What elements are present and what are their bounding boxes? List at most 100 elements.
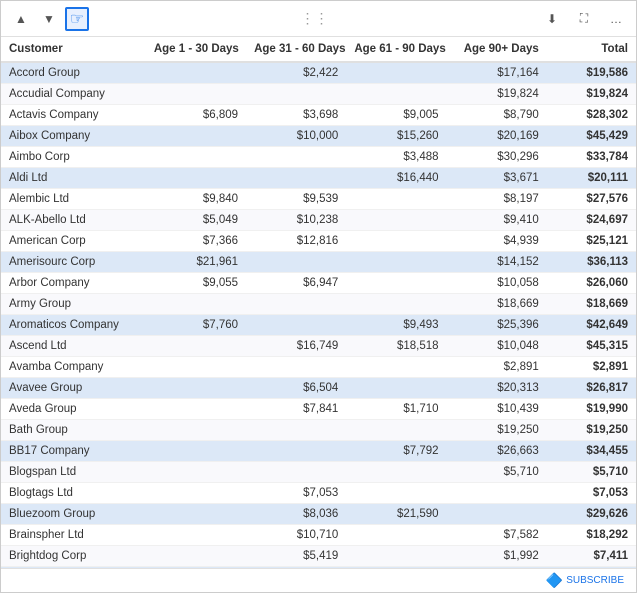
cell-age31_60 [246,420,346,441]
cell-age1_30 [146,357,246,378]
subscribe-badge[interactable]: 🔷 SUBSCRIBE [546,572,624,589]
cell-age1_30 [146,420,246,441]
table-row: Bluezoom Group$8,036$21,590$29,626 [1,504,636,525]
cell-total: $19,586 [547,62,636,84]
cell-customer: Blogspan Ltd [1,462,146,483]
cell-age61_90: $9,493 [346,315,446,336]
table-row: Actavis Company$6,809$3,698$9,005$8,790$… [1,105,636,126]
cell-customer: Bluezoom Group [1,504,146,525]
cell-customer: Accudial Company [1,84,146,105]
cell-age90plus: $10,058 [447,273,547,294]
title-bar-right: ⬇ ⛶ … [540,7,628,31]
cell-total: $45,429 [547,126,636,147]
table-container: Customer Age 1 - 30 Days Age 31 - 60 Day… [1,37,636,568]
scroll-up-button[interactable]: ▲ [9,7,33,31]
cell-total: $2,891 [547,357,636,378]
cell-age90plus: $10,439 [447,399,547,420]
cell-age61_90 [346,525,446,546]
col-header-total: Total [547,37,636,62]
table-row: Accord Group$2,422$17,164$19,586 [1,62,636,84]
cell-age31_60 [246,84,346,105]
cell-age90plus: $20,313 [447,378,547,399]
cell-age61_90: $21,590 [346,504,446,525]
cell-customer: ALK-Abello Ltd [1,210,146,231]
cell-customer: Amerisourc Corp [1,252,146,273]
download-button[interactable]: ⬇ [540,7,564,31]
cell-age1_30 [146,441,246,462]
more-button[interactable]: … [604,7,628,31]
down-icon: ▼ [43,12,55,26]
expand-button[interactable]: ⛶ [572,7,596,31]
cell-age31_60: $2,422 [246,62,346,84]
cell-age90plus: $17,164 [447,62,547,84]
cell-total: $7,411 [547,546,636,567]
cell-age61_90 [346,420,446,441]
cell-age61_90 [346,273,446,294]
cell-total: $25,121 [547,231,636,252]
cell-age61_90 [346,378,446,399]
title-bar-left: ▲ ▼ ☞ [9,7,89,31]
cell-age90plus: $18,669 [447,294,547,315]
cell-total: $18,292 [547,525,636,546]
cell-customer: Bath Group [1,420,146,441]
col-header-age90plus: Age 90+ Days [447,37,547,62]
cell-age90plus [447,504,547,525]
cell-age1_30 [146,126,246,147]
cell-age90plus [447,483,547,504]
cell-total: $27,576 [547,189,636,210]
table-row: Avamba Company $2,891$2,891 [1,357,636,378]
cell-age1_30: $9,055 [146,273,246,294]
table-row: Amerisourc Corp$21,961$14,152$36,113 [1,252,636,273]
cell-age1_30: $9,840 [146,189,246,210]
cell-age61_90 [346,189,446,210]
cell-total: $24,697 [547,210,636,231]
cell-age31_60: $5,419 [246,546,346,567]
header-row: Customer Age 1 - 30 Days Age 31 - 60 Day… [1,37,636,62]
table-row: Alembic Ltd$9,840$9,539$8,197$27,576 [1,189,636,210]
cell-age61_90 [346,231,446,252]
up-icon: ▲ [15,12,27,26]
cell-age61_90: $3,488 [346,147,446,168]
subscribe-icon: 🔷 [546,572,563,589]
cell-age1_30: $7,366 [146,231,246,252]
aging-table: Customer Age 1 - 30 Days Age 31 - 60 Day… [1,37,636,568]
scroll-down-button[interactable]: ▼ [37,7,61,31]
cell-total: $19,250 [547,420,636,441]
cell-age90plus: $9,410 [447,210,547,231]
cell-age61_90 [346,357,446,378]
table-row: Blogtags Ltd$7,053$7,053 [1,483,636,504]
cell-age31_60: $8,036 [246,504,346,525]
drag-handle[interactable]: ⋮⋮ [293,10,337,27]
cell-customer: Ascend Ltd [1,336,146,357]
cell-age1_30: $5,049 [146,210,246,231]
cell-age1_30 [146,483,246,504]
cell-total: $26,817 [547,378,636,399]
cell-age31_60 [246,315,346,336]
title-bar: ▲ ▼ ☞ ⋮⋮ ⬇ ⛶ … [1,1,636,37]
cell-age31_60: $16,749 [246,336,346,357]
cell-age61_90 [346,462,446,483]
cell-age1_30: $7,760 [146,315,246,336]
cell-age31_60: $6,504 [246,378,346,399]
cell-age61_90: $7,792 [346,441,446,462]
cell-age1_30 [146,546,246,567]
cell-age61_90 [346,84,446,105]
cell-customer: Brightdog Corp [1,546,146,567]
cursor-button[interactable]: ☞ [65,7,89,31]
table-row: BB17 Company$7,792$26,663$34,455 [1,441,636,462]
more-icon: … [610,12,622,26]
cell-age31_60: $9,539 [246,189,346,210]
cell-age90plus: $8,197 [447,189,547,210]
cell-total: $28,302 [547,105,636,126]
cell-age90plus: $1,992 [447,546,547,567]
cell-customer: Avamba Company [1,357,146,378]
cell-customer: Arbor Company [1,273,146,294]
cell-age31_60 [246,462,346,483]
table-body: Accord Group$2,422$17,164$19,586Accudial… [1,62,636,568]
cell-age90plus: $5,710 [447,462,547,483]
cell-age90plus: $7,582 [447,525,547,546]
cell-age1_30 [146,399,246,420]
cell-age90plus: $14,152 [447,252,547,273]
cell-age90plus: $2,891 [447,357,547,378]
table-row: Aromaticos Company$7,760$9,493$25,396$42… [1,315,636,336]
